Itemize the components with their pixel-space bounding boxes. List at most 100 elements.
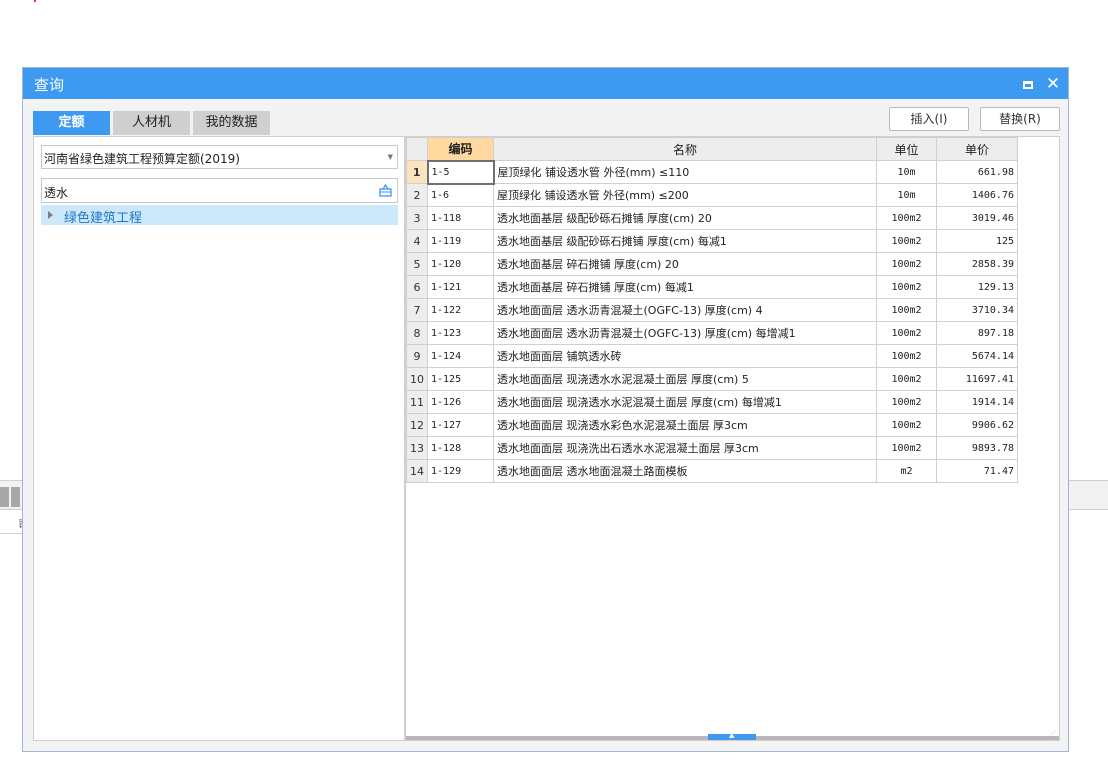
scrollbar-handle[interactable]: ▲ <box>708 731 756 740</box>
resize-grip-icon[interactable]: ⋰ <box>1049 730 1058 739</box>
row-number: 2 <box>406 183 428 207</box>
tab-my-data[interactable]: 我的数据 <box>193 111 270 135</box>
code-cell: 1-120 <box>427 252 494 276</box>
row-number: 12 <box>406 413 428 437</box>
row-number: 11 <box>406 390 428 414</box>
price-cell: 661.98 <box>936 160 1018 184</box>
price-cell: 3019.46 <box>936 206 1018 230</box>
code-cell: 1-6 <box>427 183 494 207</box>
search-icon[interactable] <box>379 184 392 197</box>
column-header-code[interactable]: 编码 <box>427 137 494 161</box>
row-number: 7 <box>406 298 428 322</box>
name-cell: 透水地面面层 现浇透水水泥混凝土面层 厚度(cm) 5 <box>493 367 877 391</box>
table-row[interactable]: 9 1-124 透水地面面层 铺筑透水砖 100m2 5674.14 <box>406 344 1018 368</box>
price-cell: 129.13 <box>936 275 1018 299</box>
table-row[interactable]: 12 1-127 透水地面面层 现浇透水彩色水泥混凝土面层 厚3cm 100m2 990… <box>406 413 1018 437</box>
table-row[interactable]: 3 1-118 透水地面基层 级配砂砾石摊铺 厚度(cm) 20 100m2 3019.… <box>406 206 1018 230</box>
row-number: 9 <box>406 344 428 368</box>
price-cell: 71.47 <box>936 459 1018 483</box>
table-row[interactable]: 14 1-129 透水地面面层 透水地面混凝土路面模板 m2 71.47 <box>406 459 1018 483</box>
unit-cell: m2 <box>876 459 937 483</box>
chevron-up-icon: ▲ <box>729 731 735 739</box>
row-number: 14 <box>406 459 428 483</box>
row-number: 8 <box>406 321 428 345</box>
code-cell: 1-126 <box>427 390 494 414</box>
tab-quota[interactable]: 定额 <box>33 111 110 135</box>
tab-labor-material-machine[interactable]: 人材机 <box>113 111 190 135</box>
price-cell: 1406.76 <box>936 183 1018 207</box>
name-cell: 透水地面面层 透水沥青混凝土(OGFC-13) 厚度(cm) 每增减1 <box>493 321 877 345</box>
price-cell: 11697.41 <box>936 367 1018 391</box>
name-cell: 屋顶绿化 铺设透水管 外径(mm) ≤110 <box>493 160 877 184</box>
search-value: 透水 <box>44 186 69 200</box>
table-row[interactable]: 5 1-120 透水地面基层 碎石摊铺 厚度(cm) 20 100m2 2858.39 <box>406 252 1018 276</box>
table-row[interactable]: 8 1-123 透水地面面层 透水沥青混凝土(OGFC-13) 厚度(cm) 每增减… <box>406 321 1018 345</box>
row-number: 4 <box>406 229 428 253</box>
price-cell: 1914.14 <box>936 390 1018 414</box>
table-row[interactable]: 7 1-122 透水地面面层 透水沥青混凝土(OGFC-13) 厚度(cm) 4 10… <box>406 298 1018 322</box>
maximize-button[interactable] <box>1018 74 1038 94</box>
table-header-row: 编码 名称 单位 单价 <box>406 137 1018 161</box>
tree-item-label: 绿色建筑工程 <box>64 211 143 226</box>
column-header-unit[interactable]: 单位 <box>876 137 937 161</box>
code-cell: 1-123 <box>427 321 494 345</box>
name-cell: 透水地面基层 级配砂砾石摊铺 厚度(cm) 20 <box>493 206 877 230</box>
code-cell: 1-125 <box>427 367 494 391</box>
row-number: 1 <box>406 160 428 184</box>
table-row[interactable]: 1 1-5 屋顶绿化 铺设透水管 外径(mm) ≤110 10m 661.98 <box>406 159 1018 185</box>
price-cell: 125 <box>936 229 1018 253</box>
column-header-name[interactable]: 名称 <box>493 137 877 161</box>
replace-button[interactable]: 替换(R) <box>980 107 1060 131</box>
table-row[interactable]: 13 1-128 透水地面面层 现浇洗出石透水水泥混凝土面层 厚3cm 100m2 98… <box>406 436 1018 460</box>
name-cell: 透水地面面层 透水地面混凝土路面模板 <box>493 459 877 483</box>
maximize-icon <box>1023 80 1033 89</box>
code-cell: 1-127 <box>427 413 494 437</box>
name-cell: 透水地面面层 现浇洗出石透水水泥混凝土面层 厚3cm <box>493 436 877 460</box>
unit-cell: 100m2 <box>876 275 937 299</box>
table-row[interactable]: 2 1-6 屋顶绿化 铺设透水管 外径(mm) ≤200 10m 1406.76 <box>406 183 1018 207</box>
price-cell: 9893.78 <box>936 436 1018 460</box>
unit-cell: 100m2 <box>876 367 937 391</box>
close-button[interactable]: ✕ <box>1043 74 1063 94</box>
query-dialog: 查询 ✕ 定额 人材机 我的数据 插入(I) 替换(R) 河南省绿色建筑工程预算… <box>22 67 1069 752</box>
code-cell: 1-129 <box>427 459 494 483</box>
dialog-title: 查询 <box>34 76 65 94</box>
name-cell: 透水地面面层 现浇透水水泥混凝土面层 厚度(cm) 每增减1 <box>493 390 877 414</box>
red-dot-marker <box>34 0 36 2</box>
unit-cell: 100m2 <box>876 321 937 345</box>
table-row[interactable]: 6 1-121 透水地面基层 碎石摊铺 厚度(cm) 每减1 100m2 129.13 <box>406 275 1018 299</box>
name-cell: 透水地面面层 现浇透水彩色水泥混凝土面层 厚3cm <box>493 413 877 437</box>
tree-item-green-building[interactable]: 绿色建筑工程 <box>41 205 398 226</box>
code-cell: 1-121 <box>427 275 494 299</box>
background-tab-1[interactable] <box>0 487 9 507</box>
price-cell: 9906.62 <box>936 413 1018 437</box>
table-row[interactable]: 4 1-119 透水地面基层 级配砂砾石摊铺 厚度(cm) 每减1 100m2 125 <box>406 229 1018 253</box>
name-cell: 透水地面基层 碎石摊铺 厚度(cm) 每减1 <box>493 275 877 299</box>
insert-button[interactable]: 插入(I) <box>889 107 969 131</box>
dialog-titlebar[interactable]: 查询 ✕ <box>23 68 1068 99</box>
code-cell: 1-5 <box>426 159 495 185</box>
row-number: 6 <box>406 275 428 299</box>
code-cell: 1-119 <box>427 229 494 253</box>
background-cell: 司 <box>0 510 29 534</box>
unit-cell: 100m2 <box>876 413 937 437</box>
quota-library-select[interactable]: 河南省绿色建筑工程预算定额(2019) ▼ <box>41 145 398 169</box>
name-cell: 屋顶绿化 铺设透水管 外径(mm) ≤200 <box>493 183 877 207</box>
table-body: 1 1-5 屋顶绿化 铺设透水管 外径(mm) ≤110 10m 661.98 2 1-6 屋… <box>406 159 1018 483</box>
unit-cell: 100m2 <box>876 229 937 253</box>
price-cell: 897.18 <box>936 321 1018 345</box>
column-header-price[interactable]: 单价 <box>936 137 1018 161</box>
background-tab-2[interactable] <box>11 487 20 507</box>
left-panel: 河南省绿色建筑工程预算定额(2019) ▼ 透水 绿色建筑工程 <box>33 136 405 741</box>
expand-arrow-icon[interactable] <box>48 211 53 219</box>
search-input[interactable]: 透水 <box>41 178 398 203</box>
code-cell: 1-122 <box>427 298 494 322</box>
table-row[interactable]: 10 1-125 透水地面面层 现浇透水水泥混凝土面层 厚度(cm) 5 100m2 1… <box>406 367 1018 391</box>
row-number: 10 <box>406 367 428 391</box>
code-cell: 1-124 <box>427 344 494 368</box>
table-row[interactable]: 11 1-126 透水地面面层 现浇透水水泥混凝土面层 厚度(cm) 每增减1 100… <box>406 390 1018 414</box>
row-number: 3 <box>406 206 428 230</box>
name-cell: 透水地面基层 碎石摊铺 厚度(cm) 20 <box>493 252 877 276</box>
column-header-rownum <box>406 137 428 161</box>
row-number: 13 <box>406 436 428 460</box>
